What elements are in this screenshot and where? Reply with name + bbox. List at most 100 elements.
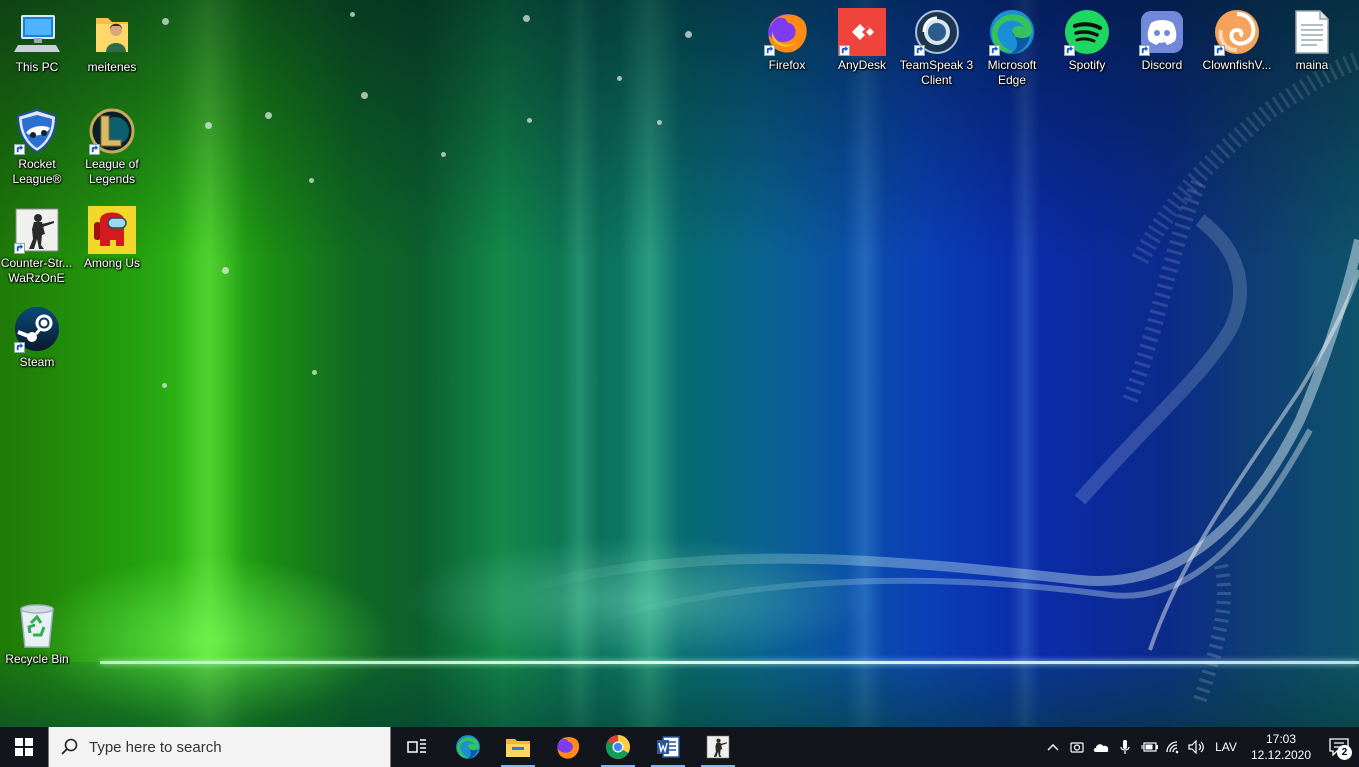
desktop-icon-meitenes[interactable]: meitenes xyxy=(75,10,149,75)
task-view-button[interactable] xyxy=(391,727,443,767)
taskbar-file-explorer[interactable] xyxy=(493,727,543,767)
taskbar-edge[interactable] xyxy=(443,727,493,767)
light-swirl xyxy=(518,51,1359,703)
counter-strike-icon xyxy=(13,206,61,254)
system-tray: LAV 17:03 12.12.2020 2 xyxy=(1041,727,1359,767)
horizon-light-line xyxy=(100,661,1359,664)
desktop-icon-maina[interactable]: maina xyxy=(1275,8,1349,73)
taskbar-search-box[interactable]: Type here to search xyxy=(48,727,391,767)
steam-icon xyxy=(13,305,61,353)
input-language[interactable]: LAV xyxy=(1209,740,1243,754)
taskbar-chrome[interactable] xyxy=(593,727,643,767)
tray-camera[interactable] xyxy=(1065,727,1089,767)
desktop-icon-label: Recycle Bin xyxy=(5,652,69,666)
cloud-icon xyxy=(1093,744,1109,752)
desktop-icon-firefox[interactable]: Firefox xyxy=(750,8,824,73)
desktop-icon-label: League of Legends xyxy=(85,157,139,186)
desktop-icon-rocket-league[interactable]: Rocket League® xyxy=(0,107,74,187)
taskbar-firefox[interactable] xyxy=(543,727,593,767)
desktop-wallpaper xyxy=(0,0,1359,727)
action-center-button[interactable]: 2 xyxy=(1319,727,1359,767)
desktop-icon-label: AnyDesk xyxy=(837,58,887,72)
search-placeholder: Type here to search xyxy=(89,738,222,756)
anydesk-icon xyxy=(838,8,886,56)
chrome-icon xyxy=(606,735,630,760)
camera-icon xyxy=(1070,742,1084,753)
discord-icon xyxy=(1138,8,1186,56)
tray-power[interactable] xyxy=(1137,727,1161,767)
desktop-icon-among-us[interactable]: Among Us xyxy=(75,206,149,271)
desktop-icon-label: meitenes xyxy=(87,60,137,74)
desktop-icon-teamspeak[interactable]: TeamSpeak 3 Client xyxy=(900,8,974,88)
firefox-icon xyxy=(763,8,811,56)
desktop-icon-label: TeamSpeak 3 Client xyxy=(899,58,974,87)
recycle-bin-icon xyxy=(13,602,61,650)
desktop-icon-anydesk[interactable]: AnyDesk xyxy=(825,8,899,73)
edge-icon xyxy=(988,8,1036,56)
tray-volume[interactable] xyxy=(1185,727,1209,767)
taskbar: Type here to search LAV 17:03 12.12.2020… xyxy=(0,727,1359,767)
clock-date: 12.12.2020 xyxy=(1250,748,1312,762)
chevron-up-icon xyxy=(1047,744,1059,751)
desktop-icon-label: ClownfishV... xyxy=(1202,58,1272,72)
counter-strike-icon xyxy=(706,735,730,759)
desktop-icon-label: Among Us xyxy=(83,256,141,270)
text-file-icon xyxy=(1288,8,1336,56)
desktop-icon-spotify[interactable]: Spotify xyxy=(1050,8,1124,73)
clownfish-icon xyxy=(1213,8,1261,56)
taskbar-counter-strike[interactable] xyxy=(693,727,743,767)
desktop-icon-label: Steam xyxy=(19,355,55,369)
teamspeak-icon xyxy=(913,8,961,56)
shortcut-arrow-icon xyxy=(1139,45,1150,56)
shortcut-arrow-icon xyxy=(89,144,100,155)
shortcut-arrow-icon xyxy=(14,144,25,155)
desktop-icon-discord[interactable]: Discord xyxy=(1125,8,1199,73)
wifi-icon xyxy=(1166,741,1179,754)
rocket-league-icon xyxy=(13,107,61,155)
this-pc-icon xyxy=(13,10,61,58)
clock-time: 17:03 xyxy=(1265,732,1297,746)
tray-onedrive[interactable] xyxy=(1089,727,1113,767)
tray-microphone[interactable] xyxy=(1113,727,1137,767)
desktop-icon-steam[interactable]: Steam xyxy=(0,305,74,370)
desktop-icon-label: Microsoft Edge xyxy=(987,58,1037,87)
tray-network[interactable] xyxy=(1161,727,1185,767)
start-button[interactable] xyxy=(0,727,48,767)
shortcut-arrow-icon xyxy=(764,45,775,56)
desktop-icon-label: maina xyxy=(1295,58,1329,72)
clock[interactable]: 17:03 12.12.2020 xyxy=(1243,731,1319,763)
shortcut-arrow-icon xyxy=(839,45,850,56)
word-icon xyxy=(657,736,680,758)
firefox-icon xyxy=(557,736,580,759)
desktop-icon-label: Rocket League® xyxy=(12,157,62,186)
show-hidden-icons-button[interactable] xyxy=(1041,727,1065,767)
desktop-icon-label: Counter-Str... WaRzOnE xyxy=(0,256,73,285)
among-us-icon xyxy=(88,206,136,254)
spotify-icon xyxy=(1063,8,1111,56)
desktop-icon-league-of-legends[interactable]: League of Legends xyxy=(75,107,149,187)
task-view-icon xyxy=(407,739,426,753)
shortcut-arrow-icon xyxy=(1064,45,1075,56)
taskbar-word[interactable] xyxy=(643,727,693,767)
windows-logo-icon xyxy=(15,738,33,756)
desktop-icon-edge[interactable]: Microsoft Edge xyxy=(975,8,1049,88)
notification-count-badge: 2 xyxy=(1337,745,1352,760)
battery-plug-icon xyxy=(1141,742,1158,752)
desktop-icon-counter-strike[interactable]: Counter-Str... WaRzOnE xyxy=(0,206,74,286)
desktop-icon-this-pc[interactable]: This PC xyxy=(0,10,74,75)
shortcut-arrow-icon xyxy=(14,243,25,254)
search-icon xyxy=(61,738,78,755)
desktop-icon-label: Firefox xyxy=(768,58,806,72)
shortcut-arrow-icon xyxy=(914,45,925,56)
shortcut-arrow-icon xyxy=(1214,45,1225,56)
league-of-legends-icon xyxy=(88,107,136,155)
speaker-icon xyxy=(1188,740,1204,754)
user-folder-icon xyxy=(88,10,136,58)
desktop-icon-recycle-bin[interactable]: Recycle Bin xyxy=(0,602,74,667)
microphone-icon xyxy=(1120,740,1130,754)
file-explorer-icon xyxy=(506,739,530,757)
desktop-icon-label: Spotify xyxy=(1068,58,1106,72)
shortcut-arrow-icon xyxy=(14,342,25,353)
shortcut-arrow-icon xyxy=(989,45,1000,56)
desktop-icon-clownfish[interactable]: ClownfishV... xyxy=(1200,8,1274,73)
